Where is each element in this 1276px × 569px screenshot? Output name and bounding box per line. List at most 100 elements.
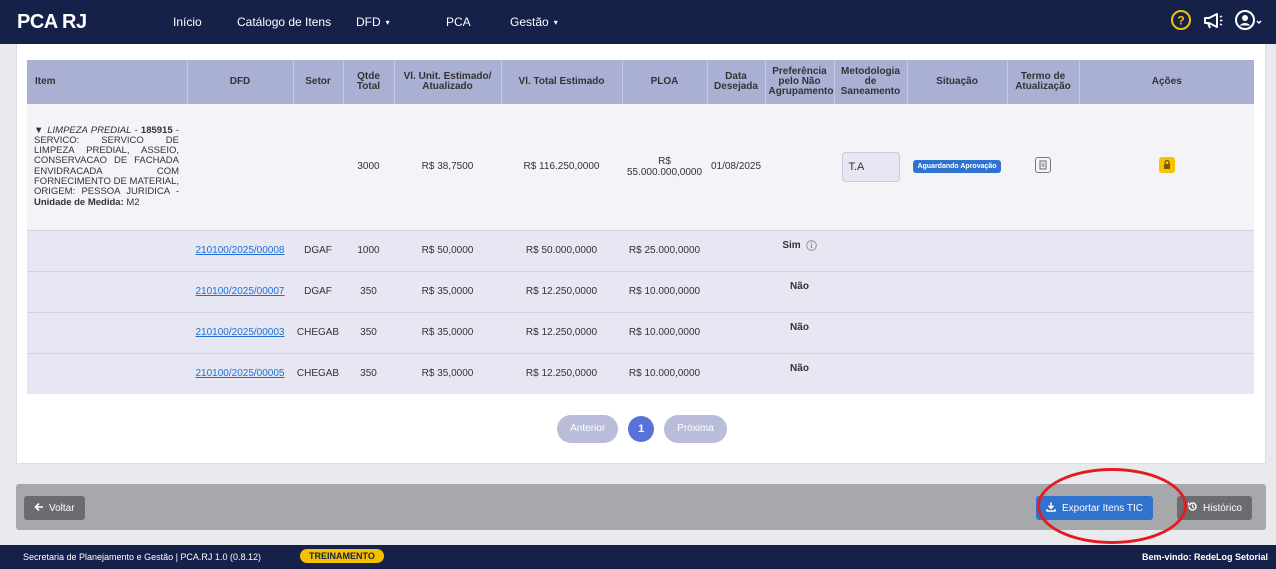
cell-setor: CHEGAB: [296, 368, 340, 380]
cell-item: [27, 271, 187, 312]
footer: Secretaria de Planejamento e Gestão | PC…: [0, 545, 1276, 569]
info-icon[interactable]: [805, 239, 817, 251]
user-icon[interactable]: [1234, 9, 1264, 31]
cell-dfd: [187, 104, 293, 230]
cell-termo: [1007, 104, 1079, 230]
cell-dfd: 210100/2025/00008: [187, 230, 293, 271]
footer-info: Secretaria de Planejamento e Gestão | PC…: [23, 552, 261, 562]
cell-termo: [1007, 271, 1079, 312]
cell-termo: [1007, 230, 1079, 271]
dfd-link[interactable]: 210100/2025/00003: [196, 327, 285, 338]
help-icon[interactable]: ?: [1170, 9, 1192, 31]
cell-qtde: 350: [360, 368, 377, 380]
cell-ploa: R$ 10.000,0000: [628, 368, 701, 380]
cell-vl-total: R$ 12.250,0000: [525, 327, 598, 338]
items-card: Item DFD Setor Qtde Total Vl. Unit. Esti…: [16, 44, 1266, 464]
col-vl-unit[interactable]: Vl. Unit. Estimado/ Atualizado: [394, 60, 502, 104]
cell-setor: DGAF: [304, 286, 332, 297]
nav-dfd[interactable]: DFD ▾: [356, 15, 390, 29]
megaphone-icon[interactable]: [1202, 9, 1224, 31]
col-situacao[interactable]: Situação: [907, 60, 1008, 104]
previous-page-button[interactable]: Anterior: [557, 415, 619, 443]
cell-setor: [293, 104, 343, 230]
col-setor[interactable]: Setor: [293, 60, 344, 104]
cell-termo: [1007, 312, 1079, 353]
cell-qtde: 350: [360, 286, 377, 297]
nav-gestao-label: Gestão: [510, 15, 549, 29]
cell-vl-unit: R$ 38,7500: [421, 161, 474, 173]
col-dfd[interactable]: DFD: [187, 60, 294, 104]
table-header-row: Item DFD Setor Qtde Total Vl. Unit. Esti…: [27, 60, 1254, 104]
table-row: 210100/2025/00005 CHEGAB 350 R$ 35,0000 …: [27, 353, 1254, 394]
dfd-link[interactable]: 210100/2025/00005: [196, 368, 285, 379]
history-icon: [1187, 501, 1198, 515]
item-unit-value: M2: [123, 196, 140, 208]
col-vl-total[interactable]: Vl. Total Estimado: [501, 60, 623, 104]
chevron-down-icon: ▾: [385, 17, 390, 27]
nav-inicio-label: Início: [173, 15, 202, 29]
back-button-label: Voltar: [49, 502, 75, 514]
cell-data: [707, 353, 765, 394]
cell-preferencia: Sim: [765, 230, 834, 271]
col-item[interactable]: Item: [27, 60, 188, 104]
cell-data: 01/08/2025: [710, 161, 762, 173]
arrow-left-icon: [34, 502, 44, 515]
cell-item: [27, 353, 187, 394]
cell-metodologia: T.A: [834, 104, 907, 230]
table-row: 210100/2025/00008 DGAF 1000 R$ 50,0000 R…: [27, 230, 1254, 271]
col-metodologia[interactable]: Metodologia de Saneamento: [834, 60, 908, 104]
cell-vl-unit: R$ 35,0000: [421, 368, 474, 380]
col-qtde[interactable]: Qtde Total: [343, 60, 395, 104]
cell-dfd: 210100/2025/00003: [187, 312, 293, 353]
welcome-user: Bem-vindo: RedeLog Setorial: [1141, 552, 1268, 562]
nav-dfd-label: DFD: [356, 15, 381, 29]
col-data[interactable]: Data Desejada: [707, 60, 766, 104]
cell-metodologia: [834, 230, 907, 271]
nav-catalogo[interactable]: Catálogo de Itens: [237, 15, 331, 29]
svg-text:?: ?: [1177, 14, 1184, 28]
nav-gestao[interactable]: Gestão ▾: [510, 15, 558, 29]
lock-icon[interactable]: [1158, 157, 1175, 174]
cell-qtde: 3000: [357, 161, 380, 173]
table-row: 210100/2025/00007 DGAF 350 R$ 35,0000 R$…: [27, 271, 1254, 312]
items-table-wrapper: Item DFD Setor Qtde Total Vl. Unit. Esti…: [27, 60, 1254, 394]
cell-acoes: [1079, 104, 1254, 230]
cell-situacao: [907, 230, 1007, 271]
cell-data: [707, 271, 765, 312]
environment-badge: TREINAMENTO: [300, 549, 384, 563]
history-button-label: Histórico: [1203, 502, 1242, 514]
nav-inicio[interactable]: Início: [173, 15, 202, 29]
cell-data: [707, 230, 765, 271]
dfd-link[interactable]: 210100/2025/00008: [196, 245, 285, 256]
next-page-button[interactable]: Próxima: [664, 415, 727, 443]
cell-data: [707, 312, 765, 353]
cell-situacao: Aguardando Aprovação: [907, 104, 1007, 230]
col-preferencia[interactable]: Preferência pelo Não Agrupamento: [765, 60, 835, 104]
cell-acoes: [1079, 230, 1254, 271]
preferencia-value: Sim: [782, 239, 817, 251]
status-badge: Aguardando Aprovação: [913, 160, 1001, 174]
nav-pca[interactable]: PCA: [446, 15, 471, 29]
metodologia-field[interactable]: T.A: [841, 151, 900, 182]
cell-vl-unit: R$ 35,0000: [421, 327, 474, 338]
cell-vl-total: R$ 12.250,0000: [525, 286, 598, 297]
preferencia-text: Sim: [782, 239, 801, 251]
document-icon[interactable]: [1035, 157, 1051, 174]
col-ploa[interactable]: PLOA: [622, 60, 708, 104]
back-button[interactable]: Voltar: [24, 496, 85, 520]
cell-qtde: 1000: [357, 245, 380, 256]
cell-item: [27, 230, 187, 271]
cell-vl-unit: R$ 50,0000: [421, 245, 474, 256]
history-button[interactable]: Histórico: [1177, 496, 1252, 520]
brand-logo[interactable]: PCA RJ: [17, 11, 87, 34]
page-number-button[interactable]: 1: [628, 416, 655, 442]
cell-metodologia: [834, 271, 907, 312]
item-description: ▼ LIMPEZA PREDIAL - 185915 - SERVICO: SE…: [27, 104, 187, 230]
top-navbar: PCA RJ Início Catálogo de Itens DFD ▾ PCA…: [0, 0, 1276, 44]
cell-dfd: 210100/2025/00005: [187, 353, 293, 394]
dfd-link[interactable]: 210100/2025/00007: [196, 286, 285, 297]
nav-icon-group: ?: [1170, 9, 1264, 31]
table-row-main-item: ▼ LIMPEZA PREDIAL - 185915 - SERVICO: SE…: [27, 104, 1254, 230]
col-termo[interactable]: Termo de Atualização: [1007, 60, 1080, 104]
cell-ploa: R$ 55.000.000,0000: [626, 155, 703, 178]
